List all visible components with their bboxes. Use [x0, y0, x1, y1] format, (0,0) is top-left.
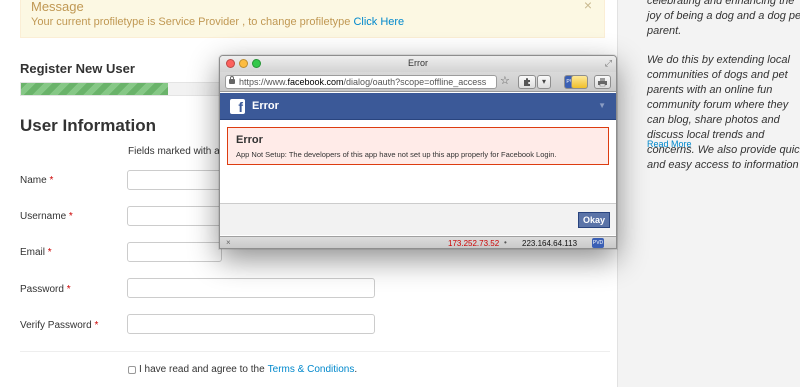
- read-more-link[interactable]: Read More: [647, 139, 692, 149]
- username-label: Username *: [20, 211, 73, 222]
- facebook-header: f Error ▼: [220, 93, 616, 120]
- change-profiletype-link[interactable]: Click Here: [353, 16, 404, 28]
- verify-password-label-text: Verify Password: [20, 320, 92, 331]
- password-label: Password *: [20, 284, 71, 295]
- terms-link[interactable]: Terms & Conditions: [268, 364, 355, 375]
- divider: [20, 351, 610, 352]
- name-label: Name *: [20, 175, 53, 186]
- print-icon[interactable]: [594, 75, 611, 89]
- sidebar-about: celebrating and enhancing the joy of bei…: [647, 0, 800, 187]
- status-bar: × 173.252.73.52 • 223.164.64.113 PVD: [220, 236, 616, 248]
- alert-title: Message: [31, 0, 84, 14]
- close-icon[interactable]: ×: [226, 238, 231, 247]
- caret-down-icon[interactable]: ▼: [598, 101, 606, 110]
- verify-password-label: Verify Password *: [20, 320, 98, 331]
- url-field[interactable]: https://www.facebook.com/dialog/oauth?sc…: [225, 75, 497, 89]
- username-label-text: Username: [20, 211, 67, 222]
- alert-text: Your current profiletype is Service Prov…: [31, 16, 404, 28]
- window-titlebar[interactable]: Error ⤢: [220, 56, 616, 72]
- error-message: App Not Setup: The developers of this ap…: [236, 150, 557, 159]
- sidebar-paragraph-1: celebrating and enhancing the joy of bei…: [647, 0, 800, 37]
- fields-note: Fields marked with an: [128, 146, 226, 157]
- agree-text: I have read and agree to the: [139, 364, 265, 375]
- section-title: User Information: [20, 116, 157, 135]
- password-label-text: Password: [20, 284, 64, 295]
- email-field[interactable]: [127, 242, 222, 262]
- email-label: Email *: [20, 247, 52, 258]
- address-bar: https://www.facebook.com/dialog/oauth?sc…: [220, 72, 616, 92]
- verify-password-field[interactable]: [127, 314, 375, 334]
- terms-checkbox[interactable]: [128, 365, 136, 374]
- window-title: Error: [408, 58, 428, 68]
- progress-fill: [21, 83, 168, 95]
- url-domain: facebook.com: [287, 77, 344, 87]
- puzzle-icon[interactable]: [518, 75, 536, 89]
- error-title: Error: [236, 134, 263, 146]
- url-path: /dialog/oauth?scope=offline_access: [343, 77, 487, 87]
- username-field[interactable]: [127, 206, 222, 226]
- name-field[interactable]: [127, 170, 222, 190]
- client-ip: 223.164.64.113: [522, 239, 578, 248]
- url-prefix: https://www.: [239, 77, 288, 87]
- error-message-box: Error App Not Setup: The developers of t…: [227, 127, 609, 165]
- separator-dot: •: [504, 238, 507, 247]
- register-title: Register New User: [20, 61, 135, 76]
- server-ip: 173.252.73.52: [448, 239, 500, 248]
- chevron-down-icon[interactable]: ▾: [537, 75, 551, 89]
- message-alert: Message Your current profiletype is Serv…: [20, 0, 605, 38]
- sidebar-paragraph-2: We do this by extending local communitie…: [647, 54, 800, 171]
- facebook-logo-icon: f: [230, 99, 245, 114]
- error-popup-window: Error ⤢ https://www.facebook.com/dialog/…: [219, 55, 617, 249]
- required-marker: *: [47, 247, 52, 258]
- password-field[interactable]: [127, 278, 375, 298]
- alert-message: Your current profiletype is Service Prov…: [31, 16, 351, 28]
- close-icon[interactable]: ×: [584, 0, 592, 13]
- terms-agreement: I have read and agree to the Terms & Con…: [128, 364, 357, 375]
- okay-button[interactable]: Okay: [578, 212, 610, 228]
- required-marker: *: [94, 320, 99, 331]
- notes-icon[interactable]: [571, 75, 588, 89]
- resize-icon[interactable]: ⤢: [605, 58, 612, 69]
- dialog-footer: Okay: [220, 203, 616, 235]
- required-marker: *: [66, 284, 71, 295]
- email-label-text: Email: [20, 247, 46, 258]
- required-marker: *: [68, 211, 73, 222]
- pvd-status-icon: PVD: [592, 238, 604, 248]
- name-label-text: Name: [20, 175, 47, 186]
- bookmark-star-icon[interactable]: ☆: [500, 74, 510, 87]
- required-marker: *: [49, 175, 54, 186]
- lock-icon: [229, 76, 235, 84]
- dialog-title: Error: [252, 100, 279, 112]
- agree-end: .: [354, 364, 358, 375]
